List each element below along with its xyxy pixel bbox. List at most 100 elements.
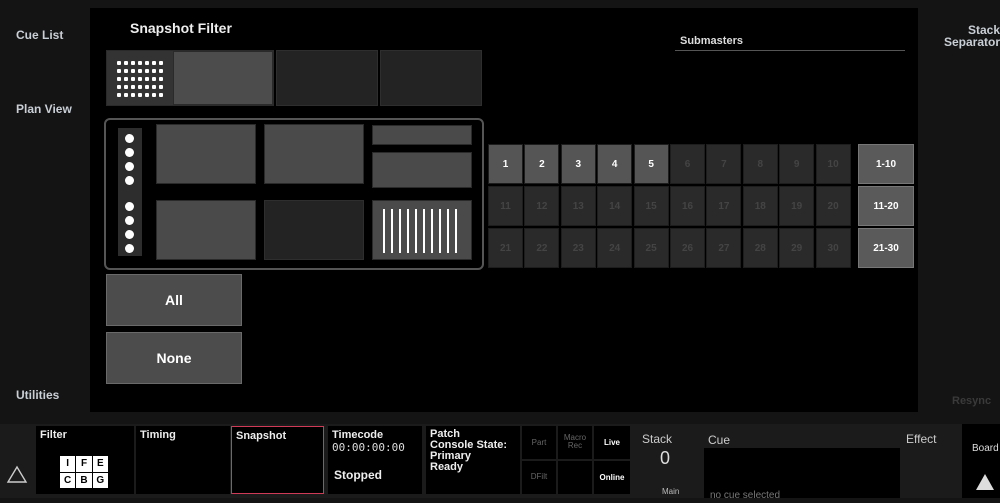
stack-label: Stack xyxy=(642,432,673,446)
triangle-up-icon xyxy=(6,465,28,483)
submasters-divider xyxy=(675,50,905,51)
filter-tile-3a[interactable] xyxy=(372,125,472,145)
submaster-button-24[interactable]: 24 xyxy=(597,228,633,268)
timing-cell[interactable]: Timing xyxy=(136,426,230,494)
filter-tile-4[interactable] xyxy=(156,200,256,260)
snapshot-filter-panel: Snapshot Filter Submasters All None 1234… xyxy=(90,8,918,412)
online-label: Online xyxy=(599,473,625,482)
empty-button[interactable] xyxy=(558,461,592,494)
submaster-button-29[interactable]: 29 xyxy=(779,228,815,268)
filter-letter-F: F xyxy=(76,456,92,472)
submaster-range-21-30[interactable]: 21-30 xyxy=(858,228,914,268)
page-title: Snapshot Filter xyxy=(130,20,232,36)
timecode-label: Timecode xyxy=(332,429,384,441)
submasters-heading: Submasters xyxy=(680,35,743,47)
submaster-button-15[interactable]: 15 xyxy=(633,186,669,226)
submaster-button-28[interactable]: 28 xyxy=(742,228,778,268)
filter-letters: IFECBG xyxy=(60,456,108,488)
none-button[interactable]: None xyxy=(106,332,242,384)
stack-separator-button[interactable]: Stack Separator xyxy=(930,24,1000,48)
filter-letter-C: C xyxy=(60,472,76,488)
filter-tile-3b[interactable] xyxy=(372,152,472,188)
macro-rec-button[interactable]: Macro Rec xyxy=(558,426,592,459)
filter-tile-top-2[interactable] xyxy=(276,50,378,106)
submaster-button-23[interactable]: 23 xyxy=(560,228,596,268)
dots-grid-icon[interactable] xyxy=(109,51,173,105)
submaster-button-22[interactable]: 22 xyxy=(524,228,560,268)
submaster-button-12[interactable]: 12 xyxy=(524,186,560,226)
part-label: Part xyxy=(531,438,547,447)
submaster-button-9[interactable]: 9 xyxy=(779,144,815,184)
submaster-button-21[interactable]: 21 xyxy=(488,228,523,268)
dots-column-icon[interactable] xyxy=(118,128,142,256)
submaster-button-11[interactable]: 11 xyxy=(488,186,523,226)
snapshot-label: Snapshot xyxy=(236,430,287,442)
macro-rec-label: Macro Rec xyxy=(563,433,587,450)
dfilt-button[interactable]: DFilt xyxy=(522,461,556,494)
stack-value: 0 xyxy=(660,448,671,468)
submaster-button-17[interactable]: 17 xyxy=(706,186,742,226)
effect-label: Effect xyxy=(906,432,937,446)
filter-tile-top-1[interactable] xyxy=(173,51,273,105)
online-button[interactable]: Online xyxy=(594,461,630,494)
submaster-grid: 1 2 3 4 5 6 7 8 9 10 11 12 13 14 15 16 17 18 19 20 21 22 23 24 2… xyxy=(488,144,852,270)
snapshot-cell[interactable]: Snapshot xyxy=(231,426,324,494)
submaster-button-1[interactable]: 1 xyxy=(488,144,523,184)
submaster-button-14[interactable]: 14 xyxy=(597,186,633,226)
submaster-button-18[interactable]: 18 xyxy=(742,186,778,226)
filter-letter-B: B xyxy=(76,472,92,488)
timecode-status: Stopped xyxy=(334,468,382,482)
cue-display: no cue selected xyxy=(704,448,900,501)
submaster-button-25[interactable]: 25 xyxy=(633,228,669,268)
submaster-button-4[interactable]: 4 xyxy=(597,144,633,184)
submaster-button-26[interactable]: 26 xyxy=(670,228,705,268)
part-button[interactable]: Part xyxy=(522,426,556,459)
main-label: Main xyxy=(662,487,680,496)
timing-label: Timing xyxy=(140,429,176,441)
submaster-button-5[interactable]: 5 xyxy=(633,144,669,184)
submaster-range-column: 1-10 11-20 21-30 xyxy=(858,144,914,270)
submaster-button-20[interactable]: 20 xyxy=(815,186,851,226)
submaster-button-3[interactable]: 3 xyxy=(560,144,596,184)
expand-button[interactable] xyxy=(0,424,36,498)
submaster-button-10[interactable]: 10 xyxy=(815,144,851,184)
cue-cell[interactable]: Cue no cue selected xyxy=(704,428,900,501)
submaster-button-30[interactable]: 30 xyxy=(815,228,851,268)
live-button[interactable]: Live xyxy=(594,426,630,459)
resync-button[interactable]: Resync xyxy=(952,395,991,407)
submaster-button-13[interactable]: 13 xyxy=(560,186,596,226)
live-label: Live xyxy=(603,438,620,447)
sidebar-plan-view[interactable]: Plan View xyxy=(16,102,72,116)
filter-letter-I: I xyxy=(60,456,76,472)
sidebar-utilities[interactable]: Utilities xyxy=(16,388,59,402)
submaster-button-27[interactable]: 27 xyxy=(706,228,742,268)
submaster-button-2[interactable]: 2 xyxy=(524,144,560,184)
filter-tile-1[interactable] xyxy=(156,124,256,184)
vertical-lines-icon[interactable] xyxy=(372,200,472,260)
filter-cell[interactable]: Filter IFECBG xyxy=(36,426,134,494)
arrow-up-icon[interactable] xyxy=(974,470,996,492)
submaster-button-19[interactable]: 19 xyxy=(779,186,815,226)
timecode-cell[interactable]: Timecode 00:00:00:00 Stopped xyxy=(328,426,422,494)
submaster-range-1-10[interactable]: 1-10 xyxy=(858,144,914,184)
filter-tile-5[interactable] xyxy=(264,200,364,260)
all-button[interactable]: All xyxy=(106,274,242,326)
submaster-button-8[interactable]: 8 xyxy=(742,144,778,184)
board-label: Board xyxy=(972,443,999,454)
bottom-bar: Filter IFECBG Timing Snapshot Timecode 0… xyxy=(0,424,1000,501)
patch-cell[interactable]: Patch Console State: Primary Ready xyxy=(426,426,520,494)
submaster-range-11-20[interactable]: 11-20 xyxy=(858,186,914,226)
sidebar-cue-list[interactable]: Cue List xyxy=(16,28,63,42)
board-cell[interactable]: Board xyxy=(962,424,1000,498)
filter-letter-E: E xyxy=(92,456,108,472)
filter-letter-G: G xyxy=(92,472,108,488)
cue-status: no cue selected xyxy=(710,490,781,501)
stack-cell[interactable]: Stack 0 Main xyxy=(636,424,702,498)
submaster-button-7[interactable]: 7 xyxy=(706,144,742,184)
console-state-value: Primary Ready xyxy=(430,450,471,473)
submaster-button-16[interactable]: 16 xyxy=(670,186,705,226)
filter-tile-2[interactable] xyxy=(264,124,364,184)
filter-tile-top-3[interactable] xyxy=(380,50,482,106)
submaster-button-6[interactable]: 6 xyxy=(670,144,705,184)
timecode-value: 00:00:00:00 xyxy=(332,441,405,454)
